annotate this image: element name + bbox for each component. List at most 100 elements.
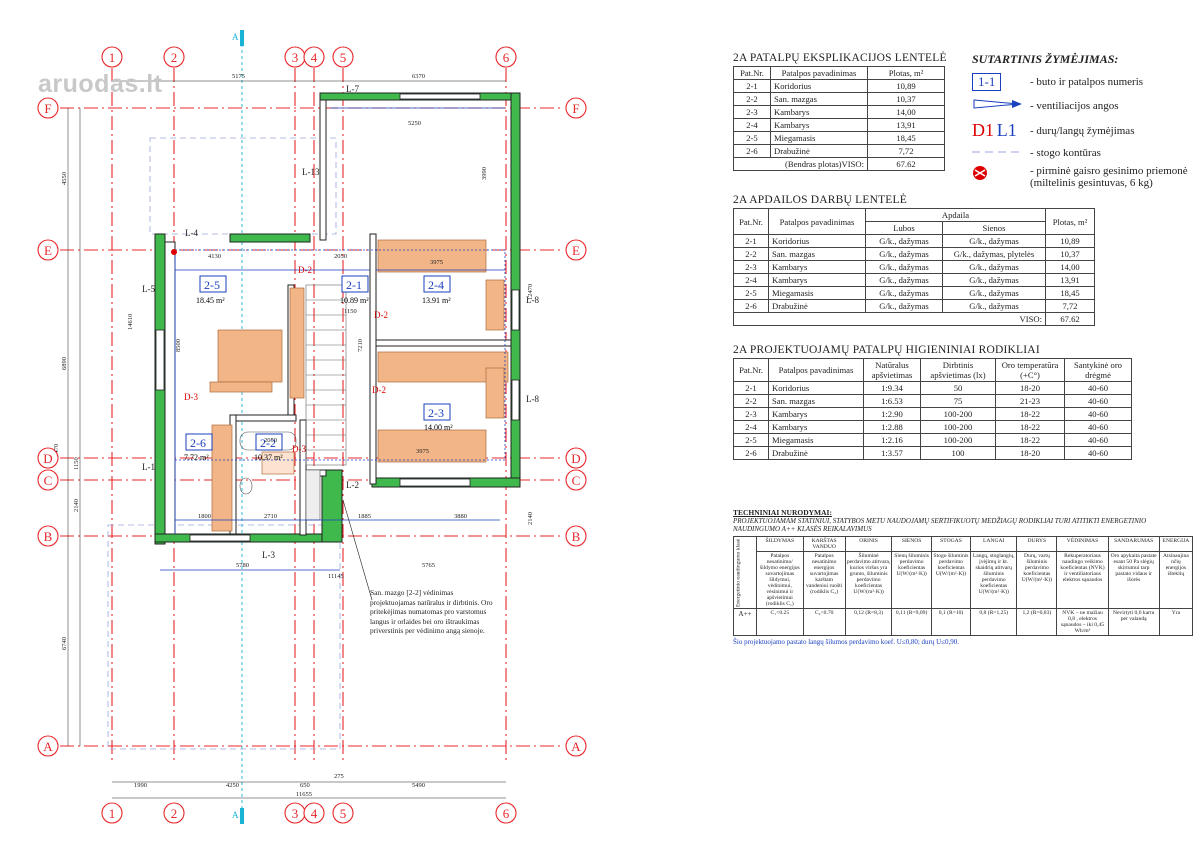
svg-text:C: C	[44, 473, 53, 488]
svg-text:3: 3	[292, 806, 299, 821]
vent-icon	[973, 99, 1022, 109]
svg-text:L-2: L-2	[346, 480, 359, 490]
svg-text:2710: 2710	[264, 513, 277, 520]
table-row: 2-4 Kambarys G/k., dažymas G/k., dažymas 13,…	[733, 273, 1095, 287]
svg-text:L-13: L-13	[302, 167, 320, 177]
svg-text:F: F	[44, 101, 51, 116]
table-row: 2-2 San. mazgas 10,37	[733, 92, 945, 106]
svg-text:1150: 1150	[73, 457, 80, 470]
table-total-row: (Bendras plotas)VISO: 67.62	[733, 157, 945, 171]
svg-text:3975: 3975	[416, 448, 429, 455]
legend-item: - ventiliacijos angos	[972, 97, 1192, 114]
svg-text:3990: 3990	[481, 167, 488, 180]
svg-text:B: B	[44, 529, 53, 544]
svg-text:7210: 7210	[357, 339, 364, 352]
table-row: 2-5 Miegamasis 1:2.16 100-200 18-22 40-60	[733, 433, 1132, 447]
table-row: 2-5 Miegamasis 18,45	[733, 131, 945, 145]
svg-text:E: E	[572, 243, 580, 258]
svg-text:4: 4	[311, 50, 318, 65]
svg-text:5175: 5175	[232, 73, 245, 80]
svg-text:D-3: D-3	[184, 392, 198, 402]
svg-text:275: 275	[334, 773, 344, 780]
svg-text:1800: 1800	[198, 513, 211, 520]
svg-text:4: 4	[311, 806, 318, 821]
legend-item: 1-1- buto ir patalpos numeris	[972, 73, 1192, 91]
svg-text:3975: 3975	[430, 259, 443, 266]
finish-table: Pat.Nr. Patalpos pavadinimas Apdaila Plo…	[733, 208, 1095, 326]
svg-text:A: A	[43, 739, 53, 754]
svg-text:1150: 1150	[344, 308, 357, 315]
explication-table: Pat.Nr. Patalpos pavadinimas Plotas, m² …	[733, 66, 945, 171]
room-2-3-id: 2-3	[428, 406, 444, 420]
svg-text:650: 650	[300, 782, 310, 789]
svg-text:2050: 2050	[264, 437, 277, 444]
svg-text:1: 1	[109, 50, 116, 65]
table-row: 2-6 Drabužinė G/k., dažymas G/k., dažymas 7,…	[733, 299, 1095, 313]
finish-panel: 2A APDAILOS DARBŲ LENTELĖ Pat.Nr. Patalp…	[733, 194, 1095, 326]
exterior-walls	[154, 92, 521, 545]
section-mark-bottom: A	[232, 810, 239, 820]
stairs	[305, 284, 347, 466]
svg-text:14610: 14610	[127, 314, 134, 330]
tech-subtitle: PROJEKTUOJAMAM STATINIUI, STATYBOS METU …	[733, 517, 1147, 533]
svg-text:1: 1	[109, 806, 116, 821]
svg-text:D-2: D-2	[374, 310, 388, 320]
legend-item: - pirminė gaisro gesinimo priemonė (milt…	[972, 165, 1192, 189]
room-2-6-area: 7.72 m²	[184, 453, 209, 462]
table-row: 2-1 Koridorius 10,89	[733, 79, 945, 93]
table-row: 2-6 Drabužinė 7,72	[733, 144, 945, 158]
svg-text:L-5: L-5	[142, 284, 155, 294]
table-row: 2-5 Miegamasis G/k., dažymas G/k., dažymas 1…	[733, 286, 1095, 300]
table-row: 2-3 Kambarys 14,00	[733, 105, 945, 119]
table-row: 2-6 Drabužinė 1:3.57 100 18-20 40-60	[733, 446, 1132, 460]
section-mark-top: A	[232, 32, 239, 42]
svg-text:6890: 6890	[61, 357, 68, 370]
svg-text:5250: 5250	[408, 120, 421, 127]
svg-text:6: 6	[503, 50, 510, 65]
svg-text:5: 5	[340, 806, 347, 821]
table-row: 2-2 San. mazgas G/k., dažymas G/k., dažymas…	[733, 247, 1095, 261]
dash-line-icon	[972, 151, 1024, 153]
svg-text:L-8: L-8	[526, 394, 539, 404]
svg-text:B: B	[572, 529, 581, 544]
ventilation-note: San. mazgo [2-2] vėdinimas projektuojama…	[370, 588, 493, 635]
watermark-logo: aruodas.lt	[38, 70, 163, 98]
svg-text:3: 3	[292, 50, 299, 65]
room-2-3-area: 14.00 m²	[424, 423, 453, 432]
svg-text:11655: 11655	[296, 791, 312, 798]
table-row: 2-1 Koridorius 1:9.34 50 18-20 40-60	[733, 381, 1132, 395]
room-2-4-area: 13.91 m²	[422, 296, 451, 305]
table-row: 2-4 Kambarys 1:2.88 100-200 18-22 40-60	[733, 420, 1132, 434]
svg-text:2: 2	[171, 806, 178, 821]
legend: SUTARTINIS ŽYMĖJIMAS: 1-1- buto ir patal…	[972, 52, 1192, 189]
explication-panel: 2A PATALPŲ EKSPLIKACIJOS LENTELĖ Pat.Nr.…	[733, 52, 947, 171]
svg-text:2140: 2140	[527, 512, 534, 525]
svg-text:D-2: D-2	[298, 265, 312, 275]
svg-text:5765: 5765	[422, 562, 435, 569]
svg-text:4250: 4250	[226, 782, 239, 789]
svg-text:5: 5	[340, 50, 347, 65]
room-2-1-id: 2-1	[346, 278, 362, 292]
finish-title: 2A APDAILOS DARBŲ LENTELĖ	[733, 194, 907, 206]
room-2-5-id: 2-5	[204, 278, 220, 292]
svg-text:D: D	[43, 451, 52, 466]
legend-title: SUTARTINIS ŽYMĖJIMAS:	[972, 52, 1119, 66]
table-row: 2-3 Kambarys G/k., dažymas G/k., dažymas 14,…	[733, 260, 1095, 274]
svg-text:5490: 5490	[412, 782, 425, 789]
table-row: 2-1 Koridorius G/k., dažymas G/k., dažymas 1…	[733, 234, 1095, 248]
legend-item: D1 L1- durų/langų žymėjimas	[972, 120, 1135, 140]
svg-text:3880: 3880	[454, 513, 467, 520]
svg-text:E: E	[44, 243, 52, 258]
room-2-5-area: 18.45 m²	[196, 296, 225, 305]
hygiene-panel: 2A PROJEKTUOJAMŲ PATALPŲ HIGIENINIAI ROD…	[733, 344, 1132, 460]
svg-text:11145: 11145	[328, 573, 344, 580]
svg-text:2140: 2140	[73, 499, 80, 512]
room-2-4-id: 2-4	[428, 278, 444, 292]
table-row: 2-2 San. mazgas 1:6.53 75 21-23 40-60	[733, 394, 1132, 408]
table-row: 2-4 Kambarys 13,91	[733, 118, 945, 132]
room-2-2-area: 10.37 m²	[254, 453, 283, 462]
room-2-1-area: 10.89 m²	[340, 296, 369, 305]
tech-title: TECHNINIAI NURODYMAI:	[733, 508, 832, 517]
svg-text:4130: 4130	[208, 253, 221, 260]
table-row: 2-3 Kambarys 1:2.90 100-200 18-22 40-60	[733, 407, 1132, 421]
